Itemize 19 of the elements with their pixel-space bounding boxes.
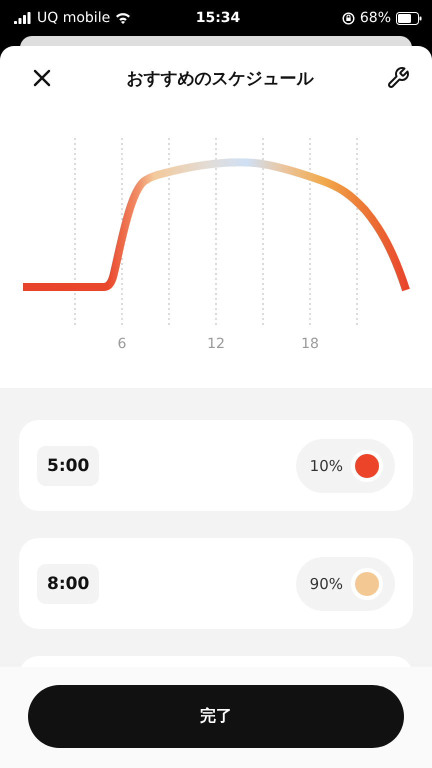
time-button[interactable]: 8:00	[37, 564, 100, 604]
wifi-icon	[115, 12, 132, 24]
time-button[interactable]: 5:00	[37, 446, 100, 486]
hour-label: 18	[301, 336, 319, 352]
hour-label: 12	[207, 336, 225, 352]
brightness-percent: 10%	[310, 456, 343, 474]
sheet-title: おすすめのスケジュール	[126, 68, 314, 90]
wrench-icon[interactable]	[386, 66, 410, 90]
carrier-name: UQ mobile	[37, 10, 110, 26]
brightness-selector[interactable]: 90%	[296, 556, 395, 610]
hour-label: 6	[118, 336, 126, 352]
brightness-selector[interactable]: 10%	[296, 438, 395, 492]
battery-icon	[396, 12, 422, 24]
battery-percent: 68%	[360, 10, 392, 26]
signal-icon	[14, 12, 32, 24]
clock-time: 15:34	[196, 10, 240, 26]
brightness-percent: 90%	[310, 574, 343, 592]
rotation-lock-icon	[342, 12, 355, 24]
done-button[interactable]: 完了	[28, 685, 404, 748]
